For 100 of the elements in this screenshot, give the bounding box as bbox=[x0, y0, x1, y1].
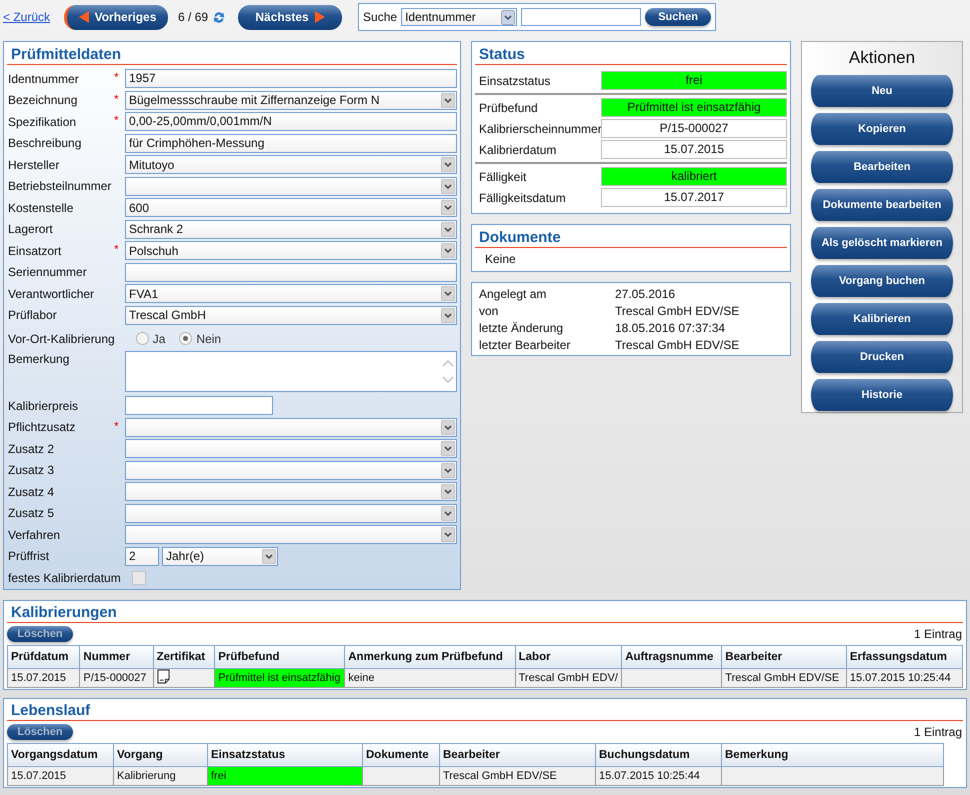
column-header[interactable]: Bearbeiter bbox=[440, 743, 596, 766]
column-header[interactable]: Prüfbefund bbox=[214, 645, 345, 668]
column-header[interactable]: Einsatzstatus bbox=[208, 743, 362, 766]
search-button[interactable]: Suchen bbox=[645, 8, 712, 26]
field-label: Hersteller bbox=[7, 158, 60, 172]
select-field[interactable] bbox=[125, 482, 457, 502]
select-field[interactable] bbox=[125, 525, 457, 544]
scroll-down-icon[interactable] bbox=[442, 376, 454, 384]
select-field[interactable]: FVA1 bbox=[125, 284, 457, 304]
action-button[interactable]: Historie bbox=[811, 379, 953, 411]
column-header[interactable]: Vorgangsdatum bbox=[8, 743, 114, 766]
select-field[interactable]: Schrank 2 bbox=[125, 220, 457, 239]
field-label: Seriennummer bbox=[7, 265, 88, 280]
table-cell: 15.07.2015 10:25:44 bbox=[846, 668, 962, 687]
select-field[interactable] bbox=[125, 439, 457, 458]
search-field[interactable] bbox=[521, 8, 642, 26]
table-cell: 15.07.2015 bbox=[8, 668, 80, 687]
actions-title: Aktionen bbox=[848, 48, 916, 68]
action-button[interactable]: Als gelöscht markieren bbox=[811, 227, 953, 259]
column-header[interactable]: Bemerkung bbox=[722, 743, 944, 766]
info-value: 27.05.2016 bbox=[615, 286, 676, 300]
status-value: 15.07.2017 bbox=[601, 188, 787, 207]
field-label: Spezifikation bbox=[7, 114, 78, 129]
previous-button[interactable]: Vorheriges bbox=[64, 4, 168, 30]
column-header[interactable]: Buchungsdatum bbox=[596, 743, 722, 766]
info-value: 18.05.2016 07:37:34 bbox=[615, 320, 726, 334]
select-field[interactable] bbox=[125, 176, 457, 196]
field-label: Zusatz 3 bbox=[7, 463, 56, 478]
column-header[interactable]: Labor bbox=[515, 645, 622, 668]
status-label: Kalibrierdatum bbox=[478, 142, 558, 156]
column-header[interactable]: Prüfdatum bbox=[8, 645, 80, 668]
info-label: von bbox=[479, 304, 500, 318]
text-field[interactable]: 0,00-25,00mm/0,001mm/N bbox=[125, 112, 457, 132]
radio-option[interactable]: Nein bbox=[179, 332, 222, 346]
text-field[interactable] bbox=[125, 396, 273, 416]
status-label: Fälligkeitsdatum bbox=[478, 190, 567, 204]
record-position: 6 / 69 bbox=[178, 10, 208, 24]
document-icon[interactable] bbox=[156, 668, 170, 684]
action-button[interactable]: Kalibrieren bbox=[811, 303, 953, 335]
field-label: Zusatz 2 bbox=[7, 442, 56, 456]
action-button[interactable]: Vorgang buchen bbox=[811, 265, 953, 297]
action-button[interactable]: Kopieren bbox=[811, 113, 953, 145]
column-header[interactable]: Auftragsnumme bbox=[622, 645, 722, 668]
table-cell: P/15-000027 bbox=[80, 668, 154, 687]
back-link[interactable]: < Zurück bbox=[3, 10, 50, 24]
action-button[interactable]: Bearbeiten bbox=[811, 151, 953, 183]
status-label: Fälligkeit bbox=[478, 170, 528, 184]
status-label: Kalibrierscheinnummer bbox=[478, 122, 601, 136]
select-field[interactable]: Polschuh bbox=[125, 241, 457, 260]
field-label: Vor-Ort-Kalibrierung bbox=[7, 332, 115, 346]
scroll-up-icon[interactable] bbox=[442, 359, 454, 368]
table-cell: Trescal GmbH EDV/ bbox=[515, 668, 622, 687]
column-header[interactable]: Zertifikat bbox=[153, 645, 215, 668]
text-field[interactable]: 1957 bbox=[125, 69, 457, 88]
required-mark: * bbox=[114, 92, 119, 106]
text-field[interactable]: für Crimphöhen-Messung bbox=[125, 134, 457, 153]
column-header[interactable]: Erfassungsdatum bbox=[846, 645, 962, 668]
column-header[interactable]: Dokumente bbox=[362, 743, 440, 766]
action-button[interactable]: Drucken bbox=[811, 341, 953, 373]
field-label: Kalibrierpreis bbox=[7, 398, 80, 413]
select-field[interactable] bbox=[125, 418, 457, 437]
triangle-right-icon bbox=[314, 11, 325, 23]
table-cell: Prüfmittel ist einsatzfähig bbox=[214, 668, 345, 687]
column-header[interactable]: Nummer bbox=[80, 645, 154, 668]
search-type-select[interactable]: Identnummer bbox=[401, 8, 518, 26]
radio-option[interactable]: Ja bbox=[136, 332, 166, 346]
select-field[interactable]: Bügelmessschraube mit Ziffernanzeige Form N bbox=[125, 90, 457, 110]
table-cell: Trescal GmbH EDV/SE bbox=[440, 766, 596, 785]
select-field[interactable] bbox=[125, 460, 457, 480]
section-heading: Kalibrierungen bbox=[7, 602, 963, 622]
action-button[interactable]: Neu bbox=[811, 75, 953, 107]
status-label: Einsatzstatus bbox=[478, 74, 552, 88]
unit-select[interactable]: Jahr(e) bbox=[162, 546, 278, 566]
section-heading: Status bbox=[475, 44, 787, 65]
field-label: Einsatzort bbox=[7, 244, 62, 258]
select-field[interactable]: 600 bbox=[125, 198, 457, 218]
text-field[interactable] bbox=[125, 262, 457, 282]
field-label: Zusatz 5 bbox=[7, 506, 56, 520]
refresh-icon[interactable] bbox=[212, 10, 226, 24]
status-value: P/15-000027 bbox=[601, 119, 787, 138]
select-field[interactable]: Mitutoyo bbox=[125, 155, 457, 174]
info-label: letzte Änderung bbox=[479, 320, 564, 334]
select-field[interactable] bbox=[125, 504, 457, 523]
checkbox[interactable] bbox=[132, 570, 146, 585]
next-button[interactable]: Nächstes bbox=[238, 4, 342, 30]
select-field[interactable]: Trescal GmbH bbox=[125, 306, 457, 325]
search-label: Suche bbox=[363, 10, 398, 24]
column-header[interactable]: Bearbeiter bbox=[722, 645, 846, 668]
column-header[interactable]: Anmerkung zum Prüfbefund bbox=[344, 645, 516, 668]
column-header[interactable]: Vorgang bbox=[114, 743, 208, 766]
table-cell: Trescal GmbH EDV/SE bbox=[722, 668, 846, 687]
section-heading: Dokumente bbox=[475, 227, 787, 248]
text-area[interactable] bbox=[125, 351, 457, 392]
required-mark: * bbox=[114, 418, 119, 432]
action-button[interactable]: Dokumente bearbeiten bbox=[811, 189, 953, 221]
field-label: Bemerkung bbox=[7, 351, 70, 366]
field-label: festes Kalibrierdatum bbox=[7, 570, 121, 585]
status-value: 15.07.2015 bbox=[601, 140, 787, 159]
number-field[interactable]: 2 bbox=[125, 546, 159, 566]
table-cell: frei bbox=[208, 766, 362, 785]
